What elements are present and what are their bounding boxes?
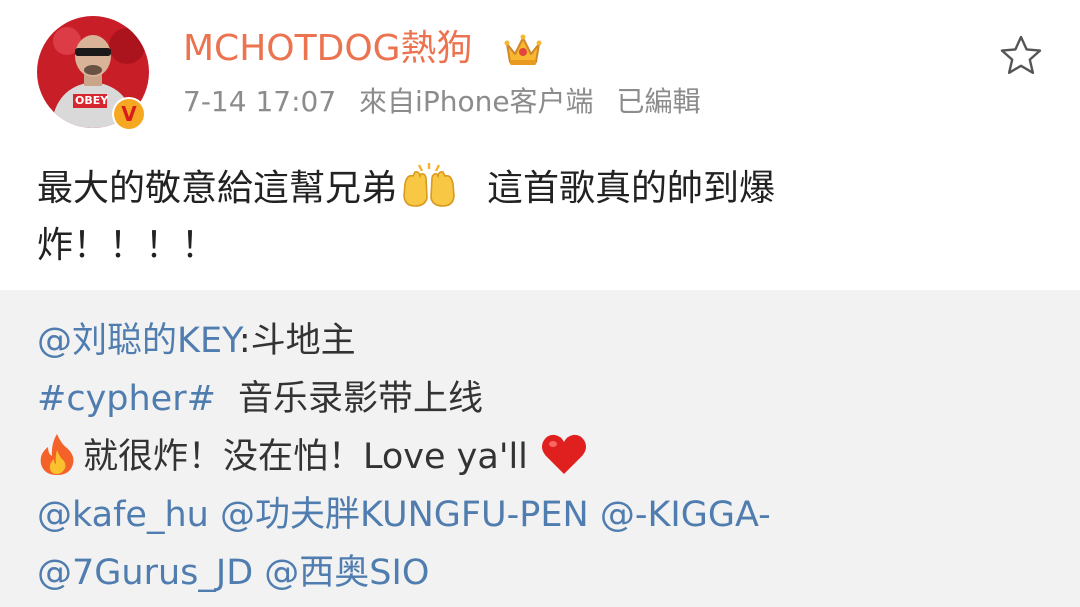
- post-text-line-1: 最大的敬意給這幫兄弟 這首歌真的帥到爆: [37, 160, 1037, 217]
- retweet-body: @刘聪的KEY:斗地主 #cypher# 音乐录影带上线 就很炸！没在怕！Love…: [37, 312, 1067, 602]
- post-meta: 7-14 17:07 來自iPhone客户端 已編輯: [183, 84, 700, 120]
- retweet-author-mention[interactable]: @刘聪的KEY: [37, 321, 239, 361]
- post-text-line-2: 炸！！！！: [37, 225, 218, 266]
- post-timestamp[interactable]: 7-14 17:07: [183, 85, 336, 118]
- retweet-line-1: @刘聪的KEY:斗地主: [37, 312, 1067, 370]
- retweet-card[interactable]: @刘聪的KEY:斗地主 #cypher# 音乐录影带上线 就很炸！没在怕！Love…: [0, 290, 1080, 607]
- post-header: OBEY V MCHOTDOG熱狗 7-14 17:07 來自iPhone客户端…: [0, 0, 1080, 150]
- avatar-shirt-text: OBEY: [75, 94, 109, 107]
- post-text-segment-1: 最大的敬意給這幫兄弟: [37, 168, 398, 209]
- retweet-line-4: @kafe_hu @功夫胖KUNGFU-PEN @-KIGGA-: [37, 486, 1067, 544]
- retweet-author-text: :斗地主: [238, 321, 356, 361]
- mention-link[interactable]: @西奥SIO: [264, 553, 429, 593]
- raising-hands-emoji: [401, 162, 457, 208]
- mention-link[interactable]: @kafe_hu: [37, 495, 209, 535]
- post-text-segment-2: 這首歌真的帥到爆: [487, 168, 776, 209]
- hashtag-text: 音乐录影带上线: [237, 379, 483, 419]
- username[interactable]: MCHOTDOG熱狗: [183, 26, 473, 72]
- mention-link[interactable]: @7Gurus_JD: [37, 553, 253, 593]
- star-outline-icon[interactable]: [998, 33, 1044, 79]
- red-heart-emoji: [540, 432, 588, 476]
- fire-emoji: [37, 432, 77, 476]
- mention-link[interactable]: @功夫胖KUNGFU-PEN: [220, 495, 589, 535]
- post-body: 最大的敬意給這幫兄弟 這首歌真的帥到爆 炸！！！！: [37, 160, 1037, 274]
- crown-icon: [503, 30, 543, 70]
- mention-link[interactable]: @-KIGGA-: [600, 495, 771, 535]
- hashtag-link[interactable]: #cypher#: [37, 379, 216, 419]
- retweet-line-3-text: 就很炸！没在怕！Love ya'll: [83, 437, 528, 477]
- post-edited-label[interactable]: 已編輯: [616, 85, 700, 118]
- retweet-line-3: 就很炸！没在怕！Love ya'll: [37, 428, 1067, 486]
- retweet-line-5: @7Gurus_JD @西奥SIO: [37, 544, 1067, 602]
- verified-badge: V: [111, 96, 147, 132]
- post-source: 來自iPhone客户端: [359, 85, 594, 118]
- verified-badge-letter: V: [121, 102, 137, 126]
- retweet-line-2: #cypher# 音乐录影带上线: [37, 370, 1067, 428]
